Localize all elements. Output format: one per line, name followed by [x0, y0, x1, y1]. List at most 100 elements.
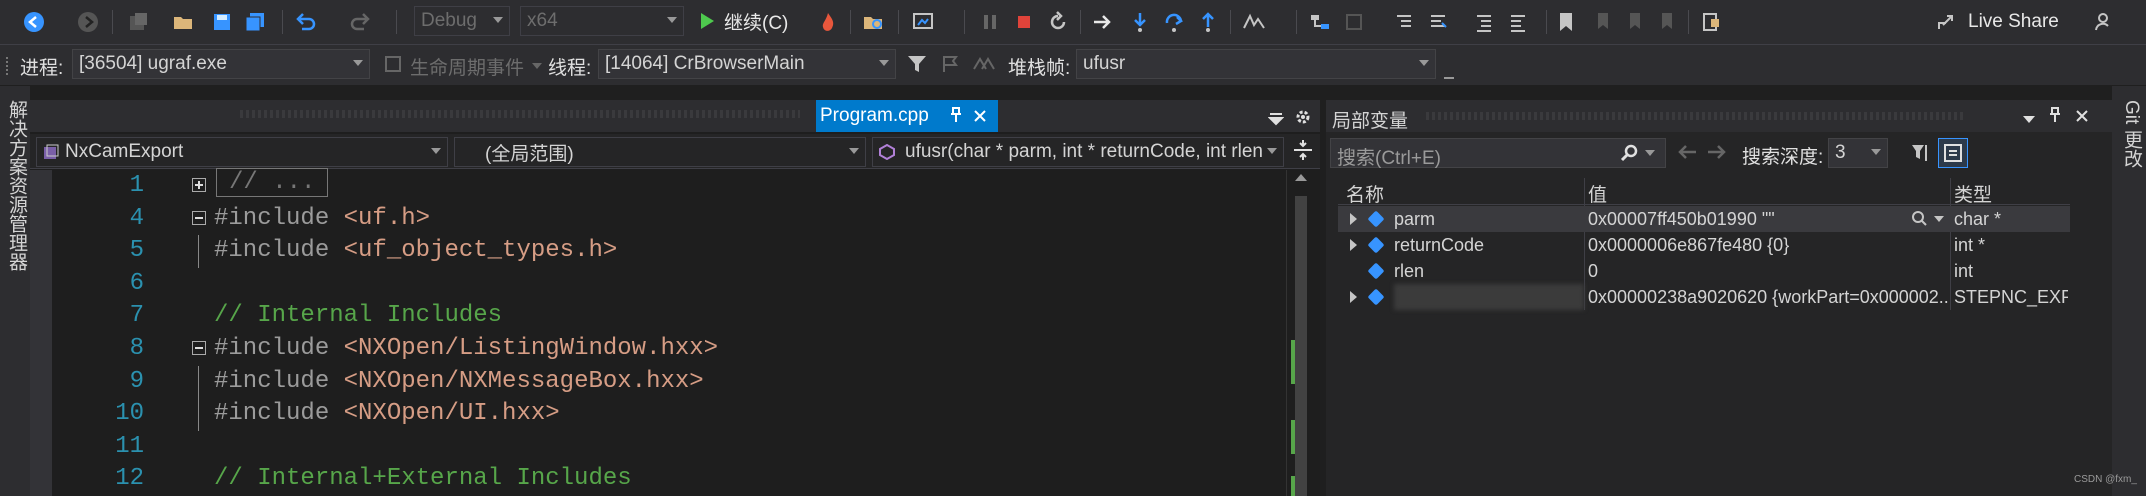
search-depth-combo[interactable]: 3	[1828, 138, 1888, 168]
redo-icon[interactable]	[346, 8, 374, 36]
search-options-arrow[interactable]	[1645, 150, 1655, 156]
search-forward-icon[interactable]	[1706, 142, 1728, 168]
indent-icon[interactable]	[1470, 8, 1498, 36]
code-line[interactable]: #include <NXOpen/NXMessageBox.hxx>	[214, 368, 704, 395]
code-line[interactable]: #include <uf.h>	[214, 205, 430, 232]
continue-label: 继续(C)	[724, 12, 789, 34]
stack-frame-combo[interactable]: ufusr	[1076, 49, 1436, 79]
outdent-icon[interactable]	[1504, 8, 1532, 36]
git-changes-tab[interactable]: Git 更改	[2118, 100, 2145, 168]
bookmark-icon[interactable]	[1552, 8, 1580, 36]
stop-debugging-icon[interactable]	[1010, 8, 1038, 36]
filter-pin-icon[interactable]	[1910, 142, 1934, 170]
search-backward-icon[interactable]	[1676, 142, 1698, 168]
locals-row[interactable]: returnCode 0x0000006e867fe480 {0} int *	[1338, 232, 2070, 258]
comment-icon[interactable]	[1390, 8, 1418, 36]
column-header-name[interactable]: 名称	[1346, 180, 1384, 207]
variable-value[interactable]: 0	[1588, 258, 1948, 284]
code-line[interactable]: // Internal Includes	[214, 302, 502, 329]
diagnostic-tools-icon[interactable]	[1240, 8, 1268, 36]
editor-scrollbar[interactable]	[1286, 170, 1315, 496]
next-bookmark-icon[interactable]	[1620, 8, 1648, 36]
locals-row[interactable]: parm 0x00007ff450b01990 "" char *	[1338, 206, 2070, 232]
step-over-icon[interactable]	[1160, 8, 1188, 36]
process-combo[interactable]: [36504] ugraf.exe	[72, 49, 370, 79]
save-icon[interactable]	[208, 8, 236, 36]
account-icon[interactable]	[2090, 8, 2118, 36]
break-all-icon[interactable]	[976, 8, 1004, 36]
variable-value[interactable]: 0x0000006e867fe480 {0}	[1588, 232, 1948, 258]
expand-outline-icon[interactable]	[192, 178, 206, 192]
prev-bookmark-icon[interactable]	[1588, 8, 1616, 36]
back-icon[interactable]	[20, 8, 48, 36]
step-into-icon[interactable]	[1126, 8, 1154, 36]
close-pane-icon[interactable]	[2074, 108, 2090, 130]
settings-gear-icon[interactable]	[1294, 108, 1312, 132]
find-in-files-icon[interactable]	[860, 8, 888, 36]
scroll-up-arrow[interactable]	[1295, 174, 1307, 181]
toolbar-grip[interactable]	[6, 57, 12, 75]
open-folder-icon[interactable]	[170, 8, 198, 36]
expand-arrow-icon[interactable]	[1350, 213, 1357, 225]
code-area[interactable]: 1 // ... 4 #include <uf.h> 5 #include <uf_obj…	[30, 168, 1290, 496]
collapsed-region[interactable]: // ...	[216, 168, 329, 197]
clear-bookmarks-icon[interactable]	[1652, 8, 1680, 36]
tab-program-cpp[interactable]: Program.cpp	[816, 100, 998, 132]
extensions-icon[interactable]	[1698, 8, 1726, 36]
code-line[interactable]: #include <uf_object_types.h>	[214, 237, 617, 264]
code-line[interactable]: // Internal+External Includes	[214, 465, 632, 492]
tab-list-dropdown-icon[interactable]	[1267, 110, 1285, 132]
close-tab-icon[interactable]	[972, 108, 988, 130]
locals-row[interactable]: 0x00000238a9020620 {workPart=0x000002...…	[1338, 284, 2070, 310]
restart-icon[interactable]	[1044, 8, 1072, 36]
view-columns-toggle[interactable]	[1938, 138, 1968, 168]
code-line[interactable]: // ...	[216, 168, 329, 197]
browser-link-icon[interactable]	[910, 8, 938, 36]
auto-hide-pin-icon[interactable]	[2048, 106, 2062, 132]
text-visualizer-icon[interactable]	[1910, 210, 1944, 233]
lifecycle-events-label[interactable]: 生命周期事件	[410, 53, 524, 80]
collapse-outline-icon[interactable]	[192, 341, 206, 355]
column-header-type[interactable]: 类型	[1954, 180, 1992, 207]
undo-icon[interactable]	[292, 8, 320, 36]
configuration-combo[interactable]: Debug	[414, 6, 510, 36]
flag-threads-icon[interactable]	[940, 53, 962, 81]
pin-icon[interactable]	[948, 106, 964, 132]
collapse-outline-icon[interactable]	[192, 210, 206, 225]
locals-search-input[interactable]: 搜索(Ctrl+E)	[1330, 138, 1666, 169]
split-editor-icon[interactable]	[1292, 138, 1314, 168]
scroll-thumb[interactable]	[1295, 196, 1307, 496]
continue-button[interactable]: 继续(C)	[698, 6, 788, 36]
hot-reload-icon[interactable]	[814, 8, 842, 36]
forward-icon[interactable]	[74, 8, 102, 36]
solution-explorer-tab[interactable]: 解决方案资源管理器	[3, 100, 30, 271]
thread-combo[interactable]: [14064] CrBrowserMain	[598, 49, 896, 79]
function-combo[interactable]: ufusr(char * parm, int * returnCode, int…	[872, 137, 1284, 167]
filter-threads-icon[interactable]	[906, 53, 928, 81]
project-combo[interactable]: NxCamExport	[36, 137, 448, 167]
code-map-icon[interactable]	[1306, 8, 1334, 36]
save-all-icon[interactable]	[242, 8, 270, 36]
new-project-icon[interactable]	[124, 8, 152, 36]
uncomment-icon[interactable]	[1424, 8, 1452, 36]
code-line[interactable]: #include <NXOpen/ListingWindow.hxx>	[214, 335, 718, 362]
platform-combo[interactable]: x64	[520, 6, 684, 36]
step-out-icon[interactable]	[1194, 8, 1222, 36]
window-options-icon[interactable]	[2022, 110, 2036, 132]
right-tool-strip: Git 更改	[2112, 86, 2146, 496]
show-flagged-threads-icon[interactable]	[972, 53, 996, 81]
search-icon[interactable]	[1619, 143, 1641, 169]
column-header-value[interactable]: 值	[1588, 180, 1607, 207]
show-next-statement-icon[interactable]	[1088, 8, 1116, 36]
expand-arrow-icon[interactable]	[1350, 291, 1357, 303]
expand-arrow-icon[interactable]	[1350, 239, 1357, 251]
variable-value[interactable]: 0x00000238a9020620 {workPart=0x000002...	[1588, 284, 1948, 310]
live-share-button[interactable]: Live Share	[1936, 8, 2059, 36]
lib-toggle-icon[interactable]	[1340, 8, 1368, 36]
lifecycle-dropdown-arrow[interactable]	[532, 63, 542, 69]
toolbar-overflow-icon[interactable]	[1444, 67, 1454, 79]
scope-combo[interactable]: (全局范围)	[454, 137, 866, 167]
code-line[interactable]: #include <NXOpen/UI.hxx>	[214, 400, 560, 427]
variable-value[interactable]: 0x00007ff450b01990 ""	[1588, 206, 1948, 232]
locals-row[interactable]: rlen 0 int	[1338, 258, 2070, 284]
